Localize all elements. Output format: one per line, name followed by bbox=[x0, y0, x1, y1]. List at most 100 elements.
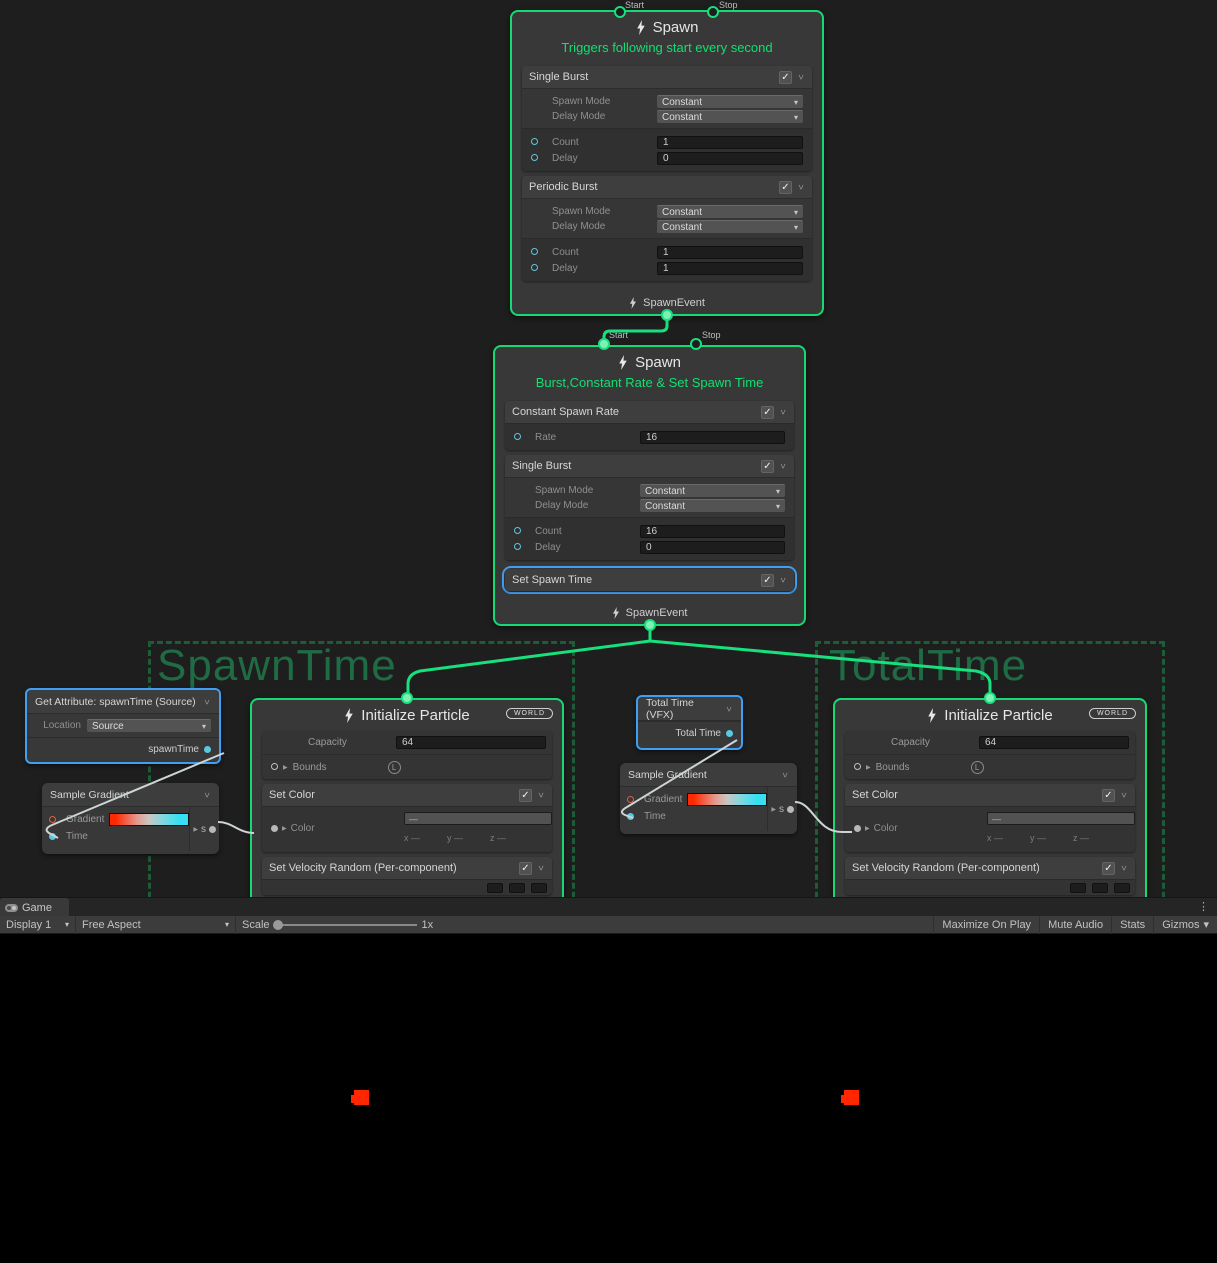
block-header[interactable]: Set Velocity Random (Per-component) ✓ > bbox=[262, 857, 552, 879]
space-badge[interactable]: WORLD bbox=[506, 708, 553, 719]
delay-field[interactable]: 0 bbox=[657, 152, 803, 165]
initialize-particle-node[interactable]: Initialize Particle WORLD Capacity 64 ▶ … bbox=[833, 698, 1147, 897]
bounds-port[interactable] bbox=[271, 763, 278, 770]
gradient-preview[interactable] bbox=[687, 793, 767, 806]
expander-icon[interactable]: ▶ bbox=[282, 825, 287, 832]
capacity-field[interactable]: 64 bbox=[979, 736, 1129, 749]
delay-port[interactable] bbox=[531, 264, 538, 271]
location-dropdown[interactable]: Source▾ bbox=[87, 719, 211, 732]
count-port[interactable] bbox=[531, 138, 538, 145]
chevron-down-icon[interactable]: > bbox=[780, 771, 790, 779]
stats-button[interactable]: Stats bbox=[1111, 916, 1153, 934]
enabled-checkbox[interactable]: ✓ bbox=[779, 181, 792, 194]
chevron-down-icon[interactable]: > bbox=[724, 705, 734, 713]
time-port[interactable] bbox=[49, 833, 56, 840]
kebab-menu-icon[interactable]: ⋮ bbox=[1198, 900, 1209, 913]
count-field[interactable]: 1 bbox=[657, 136, 803, 149]
display-selector[interactable]: Display 1▾ bbox=[0, 916, 76, 934]
tab-game[interactable]: Game bbox=[0, 898, 69, 917]
chevron-down-icon[interactable]: > bbox=[796, 183, 806, 191]
flow-port-spawnevent-out[interactable] bbox=[644, 619, 656, 631]
node-header[interactable]: Sample Gradient > bbox=[620, 763, 797, 787]
maximize-on-play-button[interactable]: Maximize On Play bbox=[933, 916, 1039, 934]
count-port[interactable] bbox=[531, 248, 538, 255]
chevron-down-icon[interactable]: > bbox=[1119, 864, 1129, 872]
chevron-down-icon[interactable]: > bbox=[778, 408, 788, 416]
delay-field[interactable]: 1 bbox=[657, 262, 803, 275]
delay-port[interactable] bbox=[531, 154, 538, 161]
node-header[interactable]: Sample Gradient > bbox=[42, 783, 219, 807]
chevron-down-icon[interactable]: > bbox=[202, 698, 212, 706]
capacity-field[interactable]: 64 bbox=[396, 736, 546, 749]
gizmos-button[interactable]: Gizmos▾ bbox=[1153, 916, 1217, 934]
sample-gradient-node[interactable]: Sample Gradient > Gradient Time ▶ s bbox=[620, 763, 797, 834]
block-header[interactable]: Periodic Burst ✓ > bbox=[522, 176, 812, 198]
time-port[interactable] bbox=[627, 813, 634, 820]
bounds-port[interactable] bbox=[854, 763, 861, 770]
expander-icon[interactable]: ▶ bbox=[283, 764, 288, 771]
scale-slider[interactable] bbox=[277, 924, 417, 926]
flow-port-stop[interactable] bbox=[707, 6, 719, 18]
delay-mode-dropdown[interactable]: Constant▾ bbox=[640, 499, 785, 512]
block-header[interactable]: Set Velocity Random (Per-component) ✓ > bbox=[845, 857, 1135, 879]
gradient-port[interactable] bbox=[627, 796, 634, 803]
chevron-down-icon[interactable]: > bbox=[1119, 791, 1129, 799]
enabled-checkbox[interactable]: ✓ bbox=[761, 574, 774, 587]
node-header[interactable]: Total Time (VFX) > bbox=[638, 697, 741, 721]
enabled-checkbox[interactable]: ✓ bbox=[1102, 789, 1115, 802]
rate-port[interactable] bbox=[514, 433, 521, 440]
enabled-checkbox[interactable]: ✓ bbox=[519, 789, 532, 802]
enabled-checkbox[interactable]: ✓ bbox=[761, 460, 774, 473]
graph-canvas[interactable]: SpawnTime TotalTime Start Stop Start Sto… bbox=[0, 0, 1217, 897]
group-label-spawntime[interactable]: SpawnTime bbox=[157, 641, 397, 691]
color-value-field[interactable]: — bbox=[987, 812, 1135, 825]
chevron-down-icon[interactable]: > bbox=[778, 576, 788, 584]
flow-port-start[interactable] bbox=[598, 338, 610, 350]
spawntime-output-port[interactable] bbox=[204, 746, 211, 753]
flow-port-initialize-in[interactable] bbox=[984, 692, 996, 704]
block-header[interactable]: Set Color ✓ > bbox=[262, 784, 552, 806]
spawn-mode-dropdown[interactable]: Constant▾ bbox=[640, 484, 785, 497]
bounds-link-icon[interactable]: L bbox=[388, 761, 401, 774]
sample-gradient-node[interactable]: Sample Gradient > Gradient Time ▶ s bbox=[42, 783, 219, 854]
block-header[interactable]: Set Color ✓ > bbox=[845, 784, 1135, 806]
rate-field[interactable]: 16 bbox=[640, 431, 785, 444]
enabled-checkbox[interactable]: ✓ bbox=[779, 71, 792, 84]
node-header[interactable]: Get Attribute: spawnTime (Source) > bbox=[27, 690, 219, 714]
expander-icon[interactable]: ▶ bbox=[771, 806, 776, 813]
delay-mode-dropdown[interactable]: Constant▾ bbox=[657, 110, 803, 123]
aspect-selector[interactable]: Free Aspect▾ bbox=[76, 916, 236, 934]
block-header[interactable]: Set Spawn Time ✓ > bbox=[505, 569, 794, 591]
flow-port-spawnevent-out[interactable] bbox=[661, 309, 673, 321]
expander-icon[interactable]: ▶ bbox=[193, 826, 198, 833]
group-label-totaltime[interactable]: TotalTime bbox=[829, 641, 1027, 691]
spawn-mode-dropdown[interactable]: Constant▾ bbox=[657, 95, 803, 108]
chevron-down-icon[interactable]: > bbox=[536, 791, 546, 799]
enabled-checkbox[interactable]: ✓ bbox=[761, 406, 774, 419]
flow-port-stop[interactable] bbox=[690, 338, 702, 350]
expander-icon[interactable]: ▶ bbox=[866, 764, 871, 771]
delay-mode-dropdown[interactable]: Constant▾ bbox=[657, 220, 803, 233]
chevron-down-icon[interactable]: > bbox=[536, 864, 546, 872]
bounds-link-icon[interactable]: L bbox=[971, 761, 984, 774]
block-header[interactable]: Constant Spawn Rate ✓ > bbox=[505, 401, 794, 423]
color-port[interactable] bbox=[854, 825, 861, 832]
gradient-port[interactable] bbox=[49, 816, 56, 823]
space-badge[interactable]: WORLD bbox=[1089, 708, 1136, 719]
delay-port[interactable] bbox=[514, 543, 521, 550]
chevron-down-icon[interactable]: > bbox=[796, 73, 806, 81]
initialize-particle-node[interactable]: Initialize Particle WORLD Capacity 64 ▶ … bbox=[250, 698, 564, 897]
block-header[interactable]: Single Burst ✓ > bbox=[505, 455, 794, 477]
chevron-down-icon[interactable]: > bbox=[202, 791, 212, 799]
enabled-checkbox[interactable]: ✓ bbox=[1102, 862, 1115, 875]
gradient-preview[interactable] bbox=[109, 813, 189, 826]
total-time-node[interactable]: Total Time (VFX) > Total Time bbox=[636, 695, 743, 750]
sample-output-port[interactable] bbox=[209, 826, 216, 833]
spawn-mode-dropdown[interactable]: Constant▾ bbox=[657, 205, 803, 218]
sample-output-port[interactable] bbox=[787, 806, 794, 813]
delay-field[interactable]: 0 bbox=[640, 541, 785, 554]
scale-slider-knob[interactable] bbox=[273, 920, 283, 930]
mute-audio-button[interactable]: Mute Audio bbox=[1039, 916, 1111, 934]
totaltime-output-port[interactable] bbox=[726, 730, 733, 737]
flow-port-initialize-in[interactable] bbox=[401, 692, 413, 704]
